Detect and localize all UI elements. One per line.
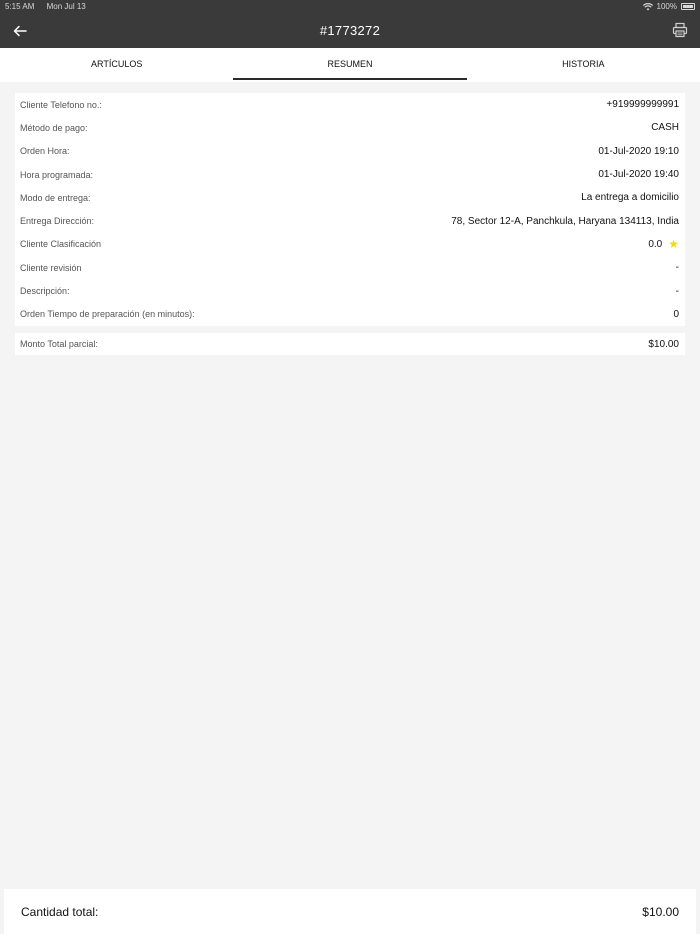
tab-bar: ARTÍCULOS RESUMEN HISTORIA [0, 48, 700, 82]
status-time: 5:15 AM [5, 2, 35, 11]
total-label: Cantidad total: [21, 904, 99, 919]
detail-value: 01-Jul-2020 19:10 [598, 145, 679, 157]
tab-resumen[interactable]: RESUMEN [233, 48, 467, 82]
detail-label: Cliente revisión [20, 262, 82, 273]
detail-label: Descripción: [20, 286, 70, 297]
detail-label: Método de pago: [20, 122, 88, 133]
detail-label: Cliente Telefono no.: [20, 99, 102, 110]
detail-value: +919999999991 [606, 99, 679, 111]
detail-row-delivery-mode: Modo de entrega: La entrega a domicilio [15, 186, 685, 209]
print-button[interactable] [672, 22, 688, 38]
detail-row-customer-rating: Cliente Clasificación 0.0 ★ [15, 233, 685, 256]
rating-value-wrap: 0.0 ★ [648, 238, 679, 250]
subtotal-value: $10.00 [648, 338, 679, 350]
battery-percent: 100% [656, 2, 677, 11]
detail-value: 01-Jul-2020 19:40 [598, 169, 679, 181]
detail-label: Orden Hora: [20, 146, 70, 157]
detail-row-phone: Cliente Telefono no.: +919999999991 [15, 93, 685, 116]
detail-row-scheduled-time: Hora programada: 01-Jul-2020 19:40 [15, 163, 685, 186]
detail-label: Modo de entrega: [20, 192, 91, 203]
app-header: #1773272 [0, 13, 700, 48]
back-button[interactable] [10, 21, 30, 41]
subtotal-label: Monto Total parcial: [20, 339, 98, 349]
status-left: 5:15 AM Mon Jul 13 [5, 0, 96, 13]
detail-value: La entrega a domicilio [581, 192, 679, 204]
rating-value: 0.0 [648, 238, 663, 250]
detail-row-prep-time: Orden Tiempo de preparación (en minutos)… [15, 303, 685, 326]
detail-row-customer-review: Cliente revisión - [15, 256, 685, 279]
star-icon: ★ [668, 237, 679, 252]
detail-label: Entrega Dirección: [20, 216, 95, 227]
total-value: $10.00 [642, 904, 679, 919]
detail-value: 78, Sector 12-A, Panchkula, Haryana 1341… [451, 215, 679, 227]
detail-label: Cliente Clasificación [20, 239, 102, 250]
status-bar: 5:15 AM Mon Jul 13 100% [0, 0, 700, 13]
battery-icon [681, 3, 695, 10]
detail-row-order-time: Orden Hora: 01-Jul-2020 19:10 [15, 140, 685, 163]
order-details-card: Cliente Telefono no.: +919999999991 Méto… [15, 93, 685, 326]
detail-value: - [675, 285, 679, 297]
detail-value: 0 [673, 308, 679, 320]
subtotal-row: Monto Total parcial: $10.00 [15, 333, 685, 355]
wifi-icon [642, 2, 653, 10]
status-date: Mon Jul 13 [46, 2, 86, 11]
detail-value: CASH [651, 122, 679, 134]
tab-historia[interactable]: HISTORIA [467, 48, 700, 82]
detail-row-payment-method: Método de pago: CASH [15, 116, 685, 139]
arrow-left-icon [13, 25, 27, 37]
subtotal-card: Monto Total parcial: $10.00 [15, 333, 685, 355]
detail-label: Orden Tiempo de preparación (en minutos)… [20, 309, 195, 320]
total-footer: Cantidad total: $10.00 [4, 889, 696, 934]
detail-row-delivery-address: Entrega Dirección: 78, Sector 12-A, Panc… [15, 209, 685, 232]
tab-articulos[interactable]: ARTÍCULOS [0, 48, 233, 82]
detail-label: Hora programada: [20, 169, 94, 180]
status-right: 100% [642, 0, 695, 13]
order-number-title: #1773272 [319, 23, 381, 38]
detail-value: - [675, 262, 679, 274]
detail-row-description: Descripción: - [15, 279, 685, 302]
printer-icon [672, 22, 688, 38]
